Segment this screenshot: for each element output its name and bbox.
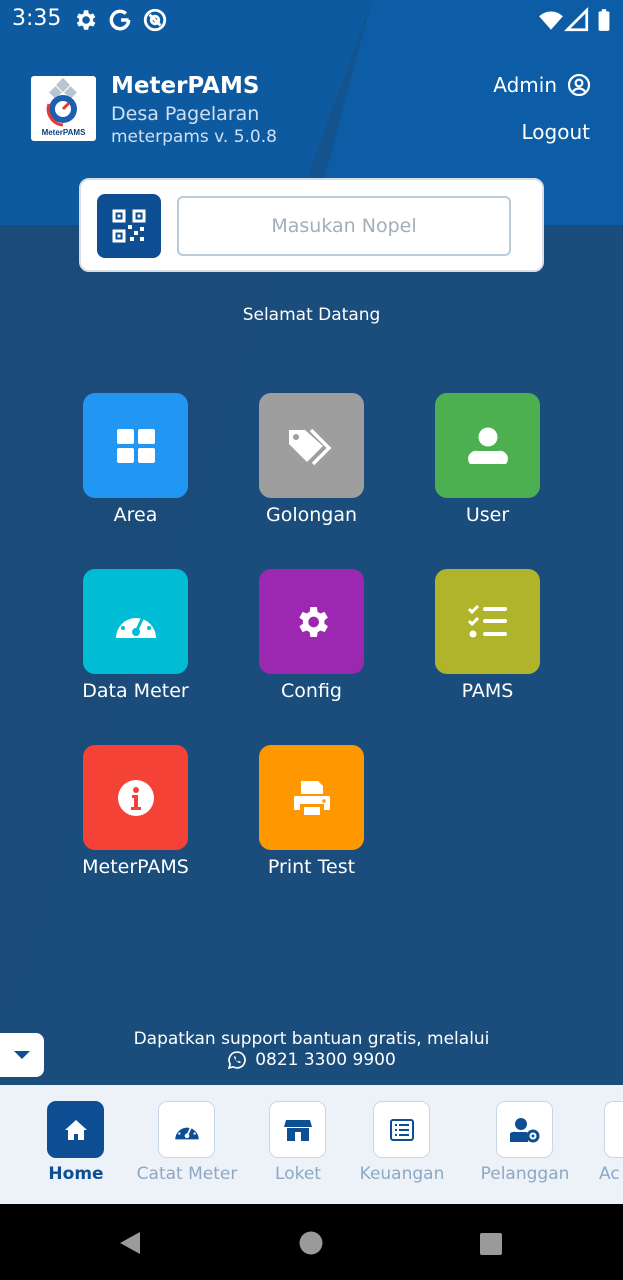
nav-account-icon-box[interactable] bbox=[604, 1101, 623, 1158]
menu-data-meter-tile[interactable] bbox=[83, 569, 188, 674]
nav-keuangan-label: Keuangan bbox=[359, 1164, 445, 1184]
account-circle-icon bbox=[567, 73, 591, 97]
system-nav-bar bbox=[0, 1204, 623, 1280]
admin-account-button[interactable]: Admin bbox=[493, 71, 591, 99]
logout-button[interactable]: Logout bbox=[522, 120, 590, 144]
info-icon bbox=[117, 779, 154, 816]
nav-catat-meter-label: Catat Meter bbox=[136, 1164, 238, 1184]
nav-home-icon-box[interactable] bbox=[47, 1101, 104, 1158]
qr-scan-button[interactable] bbox=[97, 194, 161, 258]
menu-data-meter[interactable]: Data Meter bbox=[52, 569, 202, 719]
menu-user[interactable]: User bbox=[404, 393, 554, 543]
status-bar: 3:35 bbox=[0, 0, 623, 40]
nav-loket-label: Loket bbox=[275, 1164, 321, 1184]
menu-print-test[interactable]: Print Test bbox=[228, 745, 378, 895]
menu-print-test-label: Print Test bbox=[267, 856, 356, 878]
back-icon[interactable] bbox=[118, 1230, 142, 1256]
support-text: Dapatkan support bantuan gratis, melalui bbox=[133, 1029, 490, 1049]
status-time: 3:35 bbox=[12, 6, 62, 31]
village-name: Desa Pagelaran bbox=[111, 103, 260, 125]
nav-loket-icon-box[interactable] bbox=[269, 1101, 326, 1158]
menu-golongan-tile[interactable] bbox=[259, 393, 364, 498]
menu-meterpams-tile[interactable] bbox=[83, 745, 188, 850]
support-phone[interactable]: 0821 3300 9900 bbox=[0, 1050, 623, 1070]
menu-area[interactable]: Area bbox=[52, 393, 202, 543]
menu-golongan[interactable]: Golongan bbox=[228, 393, 378, 543]
app-title: MeterPAMS bbox=[111, 73, 260, 99]
nav-pelanggan-icon-box[interactable] bbox=[496, 1101, 553, 1158]
user-cog-icon bbox=[509, 1117, 539, 1142]
google-icon bbox=[109, 9, 131, 31]
gauge-icon bbox=[174, 1123, 199, 1139]
settings-icon bbox=[76, 10, 96, 30]
nav-home-label: Home bbox=[48, 1164, 104, 1184]
app-version: meterpams v. 5.0.8 bbox=[111, 127, 277, 147]
admin-label: Admin bbox=[493, 73, 557, 97]
printer-icon bbox=[293, 780, 330, 815]
app-logo: MeterPAMS bbox=[31, 76, 96, 141]
menu-pams-tile[interactable] bbox=[435, 569, 540, 674]
nav-keuangan-icon-box[interactable] bbox=[373, 1101, 430, 1158]
logo-text: MeterPAMS bbox=[41, 128, 86, 137]
bottom-nav: Home Catat Meter Loket Keuangan Pelangga… bbox=[0, 1085, 623, 1204]
wifi-icon bbox=[539, 11, 563, 30]
receipt-icon bbox=[389, 1118, 414, 1141]
battery-icon bbox=[598, 9, 610, 31]
qr-code-icon bbox=[112, 209, 146, 243]
support-phone-number: 0821 3300 9900 bbox=[255, 1050, 396, 1070]
checklist-icon bbox=[467, 604, 507, 637]
welcome-text: Selamat Datang bbox=[242, 305, 381, 325]
menu-user-label: User bbox=[465, 504, 510, 526]
nav-account-label: Ac bbox=[599, 1164, 620, 1184]
gear-icon bbox=[298, 606, 328, 637]
menu-meterpams[interactable]: MeterPAMS bbox=[52, 745, 202, 895]
menu-config[interactable]: Config bbox=[228, 569, 378, 719]
grid-icon bbox=[116, 428, 155, 463]
menu-area-tile[interactable] bbox=[83, 393, 188, 498]
tags-icon bbox=[288, 428, 331, 465]
menu-user-tile[interactable] bbox=[435, 393, 540, 498]
menu-pams[interactable]: PAMS bbox=[404, 569, 554, 719]
signal-icon bbox=[564, 7, 589, 32]
at-sign-icon bbox=[143, 8, 167, 32]
nav-pelanggan-label: Pelanggan bbox=[480, 1164, 570, 1184]
user-icon bbox=[467, 427, 508, 464]
menu-print-test-tile[interactable] bbox=[259, 745, 364, 850]
gauge-icon bbox=[115, 611, 156, 638]
store-icon bbox=[283, 1119, 312, 1141]
recents-icon[interactable] bbox=[479, 1232, 503, 1256]
home-icon bbox=[64, 1119, 87, 1140]
menu-config-tile[interactable] bbox=[259, 569, 364, 674]
nav-catat-meter-icon-box[interactable] bbox=[158, 1101, 215, 1158]
home-circle-icon[interactable] bbox=[299, 1231, 323, 1255]
nopel-input[interactable] bbox=[177, 196, 511, 256]
nopel-search-card bbox=[79, 178, 544, 272]
whatsapp-icon bbox=[228, 1051, 246, 1070]
menu-pams-label: PAMS bbox=[461, 680, 514, 702]
